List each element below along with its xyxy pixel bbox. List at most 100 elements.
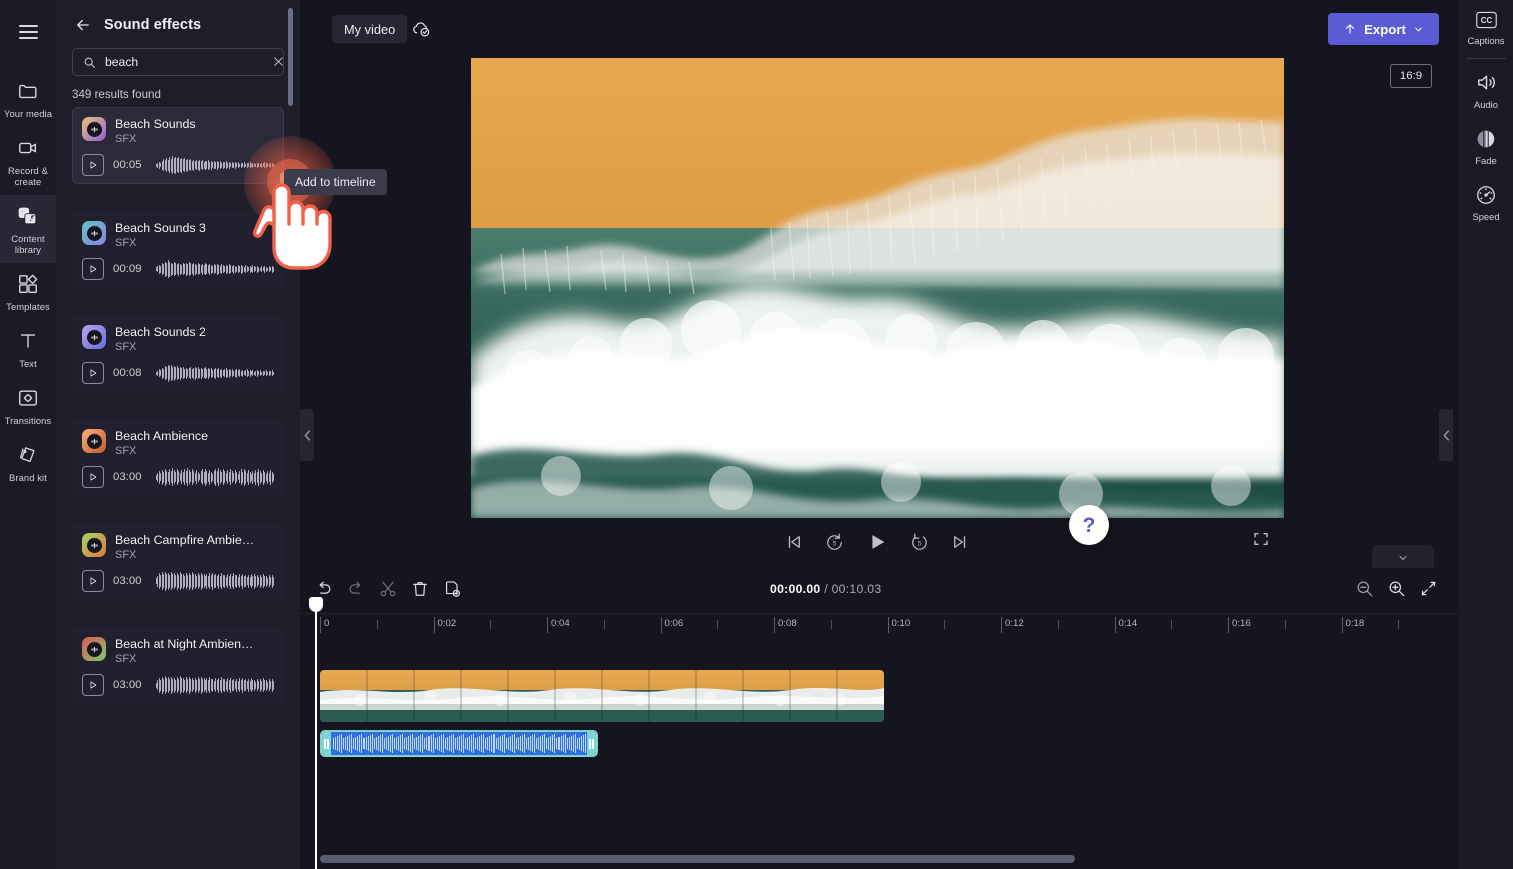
collapse-properties-handle[interactable] bbox=[1439, 409, 1453, 461]
export-button-label: Export bbox=[1364, 21, 1406, 37]
collapse-panel-handle[interactable] bbox=[300, 409, 314, 461]
playhead-knob[interactable] bbox=[308, 597, 323, 612]
ruler-tick-label: 0:18 bbox=[1345, 618, 1365, 629]
sidebar-item-templates[interactable]: Templates bbox=[0, 263, 56, 320]
sound-effect-meta: Beach Sounds 3 SFX bbox=[115, 221, 206, 249]
sound-effect-name: Beach Sounds 3 bbox=[115, 221, 206, 235]
sound-effect-card[interactable]: Beach Campfire Ambie… SFX 03:00 bbox=[72, 523, 284, 600]
play-icon[interactable] bbox=[82, 154, 104, 176]
redo-icon[interactable] bbox=[346, 579, 368, 601]
ruler-tick-major bbox=[774, 617, 775, 633]
search-box[interactable] bbox=[72, 48, 284, 76]
export-button[interactable]: Export bbox=[1328, 13, 1439, 45]
ruler-tick-label: 0:10 bbox=[891, 618, 911, 629]
sound-effect-thumbnail-icon bbox=[82, 117, 106, 141]
play-icon[interactable] bbox=[82, 258, 104, 280]
play-icon[interactable] bbox=[866, 531, 888, 553]
timeline: 00:00.00 / 00:10.03 0 0:02 0:04 0:06 0:08 bbox=[300, 568, 1459, 869]
ruler-tick-minor bbox=[490, 620, 492, 629]
tab-audio[interactable]: Audio bbox=[1459, 61, 1513, 118]
sound-effect-name: Beach Ambience bbox=[115, 429, 208, 443]
sound-effect-header: Beach Ambience SFX bbox=[82, 429, 274, 457]
ruler-tick-label: 0:14 bbox=[1118, 618, 1138, 629]
video-camera-icon bbox=[16, 136, 40, 160]
sound-effect-card[interactable]: Beach at Night Ambien… SFX 03:00 bbox=[72, 627, 284, 704]
sound-effect-duration: 00:08 bbox=[113, 367, 142, 379]
back-arrow-icon[interactable] bbox=[74, 16, 92, 34]
play-icon[interactable] bbox=[82, 674, 104, 696]
sidebar-item-record-create[interactable]: Record & create bbox=[0, 127, 56, 195]
hamburger-menu-button[interactable] bbox=[8, 16, 48, 48]
playhead[interactable] bbox=[308, 597, 323, 869]
cloud-check-icon[interactable] bbox=[410, 18, 432, 40]
tab-speed[interactable]: Speed bbox=[1459, 174, 1513, 230]
tab-fade[interactable]: Fade bbox=[1459, 118, 1513, 174]
close-x-icon[interactable] bbox=[272, 55, 285, 69]
audio-clip[interactable] bbox=[320, 730, 598, 757]
sidebar-item-text[interactable]: Text bbox=[0, 320, 56, 377]
sound-effect-thumbnail-icon bbox=[82, 533, 106, 557]
sound-effect-card[interactable]: Beach Sounds SFX 00:05 bbox=[72, 107, 284, 184]
search-input[interactable] bbox=[105, 55, 263, 69]
speedometer-icon bbox=[1475, 184, 1497, 206]
sound-effect-type: SFX bbox=[115, 549, 137, 561]
video-clip-thumbnails bbox=[320, 670, 884, 722]
trim-handle-right[interactable] bbox=[587, 732, 596, 755]
playback-transport: 5 5 bbox=[314, 524, 1439, 560]
help-button[interactable]: ? bbox=[1069, 505, 1109, 545]
play-icon[interactable] bbox=[82, 466, 104, 488]
sound-effect-duration: 00:09 bbox=[113, 263, 142, 275]
left-navigation-rail: Your media Record & create Content libra… bbox=[0, 0, 56, 869]
ruler-tick-label: 0:16 bbox=[1232, 618, 1251, 629]
play-icon[interactable] bbox=[82, 362, 104, 384]
ruler-tick-minor bbox=[830, 620, 832, 629]
sound-effect-card[interactable]: Beach Ambience SFX 03:00 bbox=[72, 419, 284, 496]
panel-scrollbar[interactable] bbox=[288, 8, 293, 106]
results-count: 349 results found bbox=[72, 88, 161, 101]
trim-handle-left[interactable] bbox=[322, 732, 331, 755]
timeline-tracks bbox=[300, 640, 1459, 840]
sidebar-item-content-library[interactable]: Content library bbox=[0, 195, 56, 263]
timeline-horizontal-scrollbar[interactable] bbox=[320, 855, 1075, 863]
sound-effect-card[interactable]: Beach Sounds 2 SFX 00:08 bbox=[72, 315, 284, 392]
tab-captions[interactable]: CC Captions bbox=[1459, 0, 1513, 54]
sidebar-item-your-media[interactable]: Your media bbox=[0, 70, 56, 127]
sidebar-item-transitions[interactable]: Transitions bbox=[0, 377, 56, 434]
play-icon[interactable] bbox=[82, 570, 104, 592]
sound-effect-card[interactable]: Beach Sounds 3 SFX 00:09 bbox=[72, 211, 284, 288]
rewind-5-icon[interactable]: 5 bbox=[825, 533, 844, 552]
ruler-tick-minor bbox=[1284, 620, 1286, 629]
zoom-in-icon[interactable] bbox=[1387, 579, 1409, 601]
video-clip[interactable] bbox=[320, 670, 884, 722]
timeline-ruler[interactable]: 0 0:02 0:04 0:06 0:08 0:10 0:12 0:14 0:16 0:18 bbox=[300, 613, 1459, 640]
skip-next-icon[interactable] bbox=[951, 533, 969, 551]
zoom-out-icon[interactable] bbox=[1355, 579, 1377, 601]
fit-to-screen-icon[interactable] bbox=[1419, 579, 1441, 601]
ruler-tick-major bbox=[1341, 617, 1343, 633]
time-readout: 00:00.00 / 00:10.03 bbox=[770, 582, 881, 596]
editor-topbar: My video Export bbox=[314, 0, 1439, 58]
current-time: 00:00.00 bbox=[770, 582, 821, 596]
fullscreen-icon[interactable] bbox=[1252, 530, 1270, 548]
sound-effect-waveform bbox=[156, 571, 274, 591]
sound-effect-meta: Beach Ambience SFX bbox=[115, 429, 208, 457]
sound-effect-type: SFX bbox=[115, 237, 137, 249]
sound-effect-waveform bbox=[156, 363, 274, 383]
duplicate-icon[interactable] bbox=[442, 579, 464, 601]
scissors-icon[interactable] bbox=[378, 579, 400, 601]
project-name-field[interactable]: My video bbox=[332, 15, 408, 43]
sound-effect-name: Beach Sounds 2 bbox=[115, 325, 206, 339]
aspect-ratio-button[interactable]: 16:9 bbox=[1390, 64, 1432, 88]
trash-icon[interactable] bbox=[410, 579, 432, 601]
sound-effect-waveform bbox=[156, 467, 274, 487]
ruler-tick-minor bbox=[603, 620, 605, 629]
search-container bbox=[72, 48, 284, 76]
skip-previous-icon[interactable] bbox=[785, 533, 803, 551]
sidebar-item-brand-kit[interactable]: Brand kit bbox=[0, 434, 56, 491]
sound-effect-controls: 03:00 bbox=[82, 466, 274, 488]
ruler-tick-label: 0:12 bbox=[1005, 618, 1024, 629]
sound-effect-name: Beach Sounds bbox=[115, 117, 196, 131]
forward-5-icon[interactable]: 5 bbox=[910, 533, 929, 552]
video-preview[interactable] bbox=[471, 58, 1284, 518]
sound-effects-list: Beach Sounds SFX 00:05 Beach Sounds 3 SFX 00:… bbox=[56, 107, 300, 704]
